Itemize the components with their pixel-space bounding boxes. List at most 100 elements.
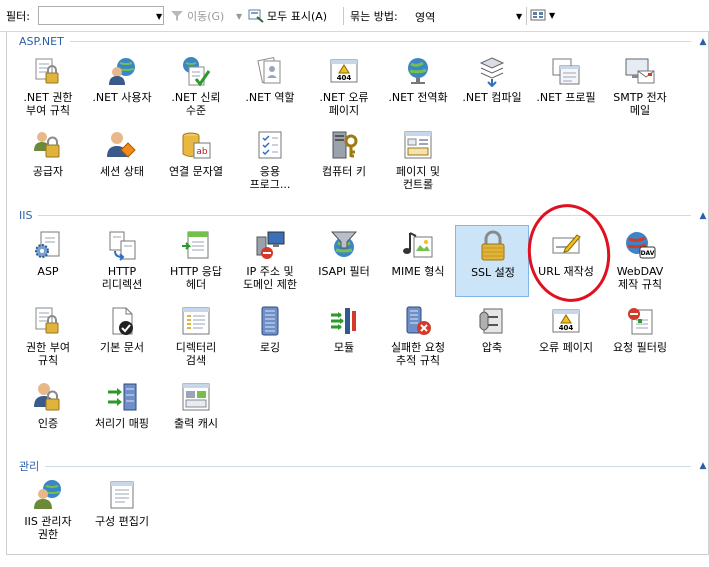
feature-directory-browsing[interactable]: 디렉터리 검색	[159, 301, 233, 373]
feature-authentication[interactable]: 인증	[11, 377, 85, 449]
collapse-icon[interactable]: ▲	[697, 211, 709, 221]
url-rewrite-icon	[552, 234, 581, 254]
compression-icon	[479, 308, 503, 334]
feature-label: .NET 컴파일	[462, 91, 522, 104]
feature-output-caching[interactable]: 출력 캐시	[159, 377, 233, 449]
view-dropdown-icon[interactable]: ▼	[549, 11, 555, 20]
feature-ssl-settings[interactable]: SSL 설정	[455, 225, 529, 297]
feature-label: 페이지 및 컨트롤	[396, 165, 440, 191]
feature-configuration-editor[interactable]: 구성 편집기	[85, 475, 159, 547]
redirect-icon	[109, 231, 136, 261]
provider-users-icon	[34, 132, 60, 158]
feature-smtp-email[interactable]: SMTP 전자 메일	[603, 51, 677, 123]
filter-dropdown-icon[interactable]: ▼	[156, 12, 162, 21]
feature-label: HTTP 리디렉션	[101, 265, 143, 291]
feature-url-rewrite[interactable]: URL 재작성	[529, 225, 603, 297]
config-editor-icon	[110, 481, 134, 509]
view-grid-icon	[530, 9, 546, 21]
directory-browse-icon	[182, 307, 210, 335]
group-divider	[69, 41, 691, 42]
go-button[interactable]: 이동(G)	[170, 8, 224, 24]
error-pages-icon: 404	[552, 309, 580, 333]
globe-icon	[408, 58, 428, 84]
feature-http-response-headers[interactable]: HTTP 응답 헤더	[159, 225, 233, 297]
feature-net-users[interactable]: .NET 사용자	[85, 51, 159, 123]
output-cache-icon	[182, 383, 210, 411]
feature-handler-mappings[interactable]: 처리기 매핑	[85, 377, 159, 449]
view-button[interactable]: ▼	[530, 9, 555, 21]
feature-application-settings[interactable]: 응용 프로그...	[233, 125, 307, 197]
feature-label: .NET 프로필	[536, 91, 596, 104]
go-dropdown-icon[interactable]: ▼	[236, 12, 242, 21]
feature-iis-manager-permissions[interactable]: IIS 관리자 권한	[11, 475, 85, 547]
lock-users-icon	[35, 58, 59, 84]
feature-webdav-authoring-rules[interactable]: DAV WebDAV 제작 규칙	[603, 225, 677, 297]
feature-http-redirect[interactable]: HTTP 리디렉션	[85, 225, 159, 297]
feature-default-document[interactable]: 기본 문서	[85, 301, 159, 373]
feature-ip-domain-restrictions[interactable]: IP 주소 및 도메인 제한	[233, 225, 307, 297]
filter-label: 필터:	[6, 10, 30, 23]
collapse-icon[interactable]: ▲	[697, 37, 709, 47]
feature-connection-strings[interactable]: ab 연결 문자열	[159, 125, 233, 197]
svg-text:404: 404	[337, 74, 352, 82]
feature-label: 구성 편집기	[94, 515, 150, 528]
feature-label: .NET 역할	[245, 91, 295, 104]
feature-logging[interactable]: 로깅	[233, 301, 307, 373]
feature-label: .NET 전역화	[388, 91, 448, 104]
request-filter-icon	[628, 308, 653, 335]
group-by-select[interactable]: 영역	[410, 6, 526, 25]
response-header-icon	[182, 231, 209, 259]
feature-label: URL 재작성	[538, 265, 594, 278]
group-header-management[interactable]: 관리 ▲	[19, 458, 709, 474]
group-by-label: 묶는 방법:	[350, 10, 398, 23]
feature-label: 연결 문자열	[168, 165, 224, 178]
asp-gear-icon	[35, 231, 60, 258]
feature-modules[interactable]: 모듈	[307, 301, 381, 373]
feature-net-roles[interactable]: .NET 역할	[233, 51, 307, 123]
feature-machine-key[interactable]: 컴퓨터 키	[307, 125, 381, 197]
show-all-button[interactable]: 모두 표시(A)	[248, 8, 327, 24]
feature-label: WebDAV 제작 규칙	[616, 265, 664, 291]
collapse-icon[interactable]: ▲	[697, 461, 709, 471]
feature-label: .NET 권한 부여 규칙	[23, 91, 73, 117]
feature-authorization-rules[interactable]: 권한 부여 규칙	[11, 301, 85, 373]
feature-isapi-filters[interactable]: ISAPI 필터	[307, 225, 381, 297]
user-globe-icon	[109, 58, 135, 85]
feature-pages-and-controls[interactable]: 페이지 및 컨트롤	[381, 125, 455, 197]
feature-label: 요청 필터링	[612, 341, 668, 354]
feature-asp[interactable]: ASP	[11, 225, 85, 297]
feature-net-authorization-rules[interactable]: .NET 권한 부여 규칙	[11, 51, 85, 123]
go-label: 이동(G)	[187, 10, 225, 23]
group-divider	[38, 215, 691, 216]
feature-net-error-pages[interactable]: 404 .NET 오류 페이지	[307, 51, 381, 123]
group-by-dropdown-icon[interactable]: ▼	[516, 12, 522, 21]
profile-window-icon	[552, 58, 580, 85]
role-document-icon	[257, 56, 281, 84]
toolbar: 필터: ▼ 이동(G) ▼ 모두 표시(A) 묶는 방법: 영역 ▼ ▼	[0, 0, 709, 32]
feature-mime-types[interactable]: MIME 형식	[381, 225, 455, 297]
feature-label: IP 주소 및 도메인 제한	[242, 265, 298, 291]
feature-compression[interactable]: 압축	[455, 301, 529, 373]
feature-session-state[interactable]: 세션 상태	[85, 125, 159, 197]
feature-label: 디렉터리 검색	[175, 341, 217, 367]
feature-failed-request-tracing-rules[interactable]: 실패한 요청 추적 규칙	[381, 301, 455, 373]
feature-label: IIS 관리자 권한	[24, 515, 72, 541]
toolbar-separator-2	[526, 7, 527, 25]
error-404-icon: 404	[330, 59, 358, 83]
feature-providers[interactable]: 공급자	[11, 125, 85, 197]
feature-net-trust-levels[interactable]: .NET 신뢰 수준	[159, 51, 233, 123]
feature-net-profile[interactable]: .NET 프로필	[529, 51, 603, 123]
group-header-iis[interactable]: IIS ▲	[19, 209, 709, 222]
feature-request-filtering[interactable]: 요청 필터링	[603, 301, 677, 373]
group-title: 관리	[19, 460, 40, 473]
filter-input[interactable]	[38, 6, 164, 25]
logging-icon	[261, 306, 279, 336]
feature-label: 기본 문서	[100, 341, 144, 354]
group-divider	[45, 465, 691, 467]
svg-text:ab: ab	[196, 147, 208, 157]
feature-net-compilation[interactable]: .NET 컴파일	[455, 51, 529, 123]
feature-net-globalization[interactable]: .NET 전역화	[381, 51, 455, 123]
group-header-aspnet[interactable]: ASP.NET ▲	[19, 35, 709, 48]
feature-error-pages[interactable]: 404 오류 페이지	[529, 301, 603, 373]
handler-mapping-icon	[108, 383, 137, 411]
